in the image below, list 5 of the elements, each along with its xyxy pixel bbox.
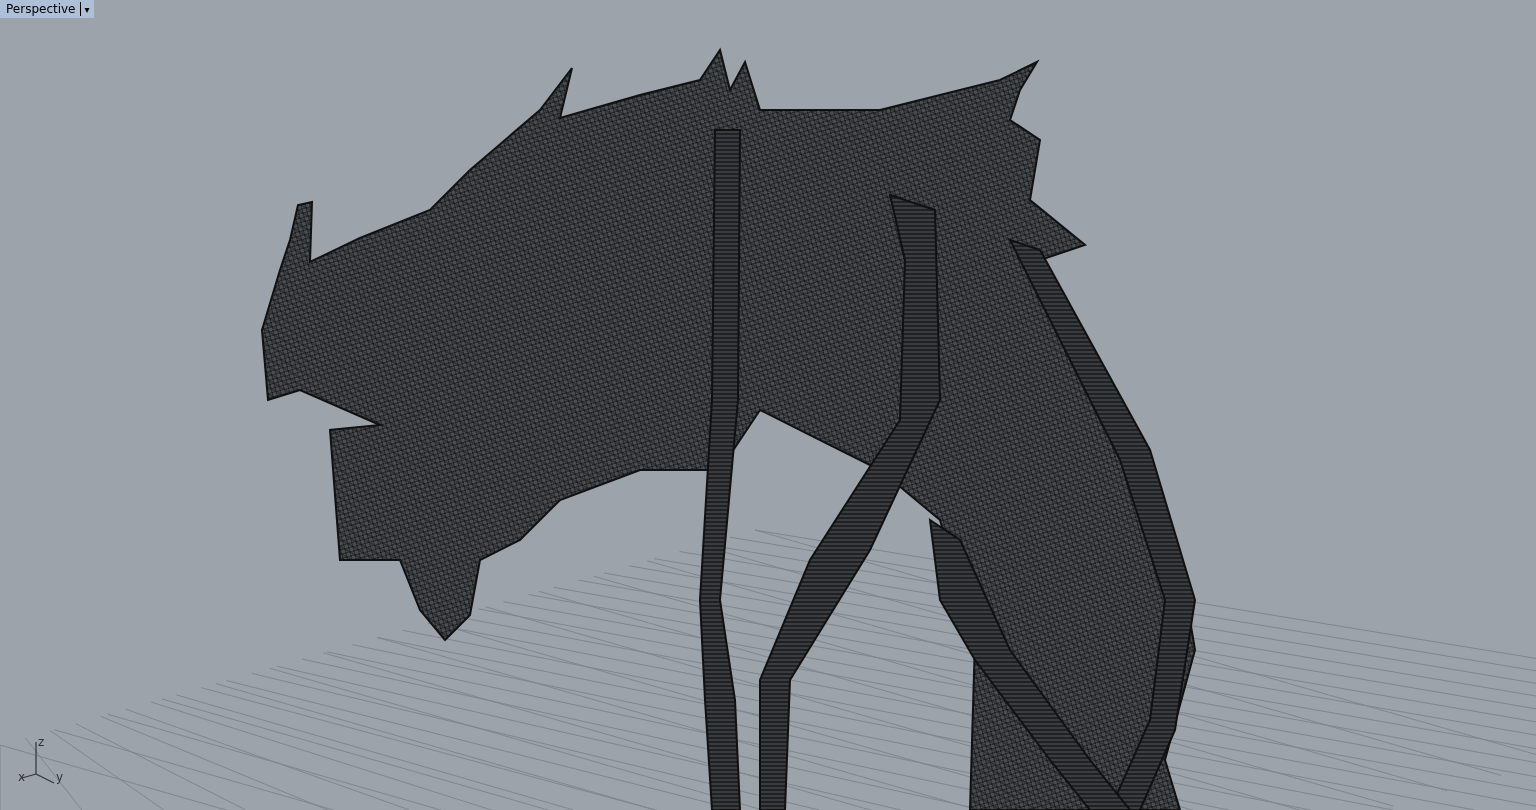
axis-label: x — [18, 770, 26, 784]
axis-label: y — [56, 770, 64, 784]
caret-icon[interactable]: ▾ — [84, 3, 90, 15]
axis-label: z — [38, 735, 45, 749]
viewport-title-tab[interactable]: Perspective ▾ — [0, 0, 94, 18]
